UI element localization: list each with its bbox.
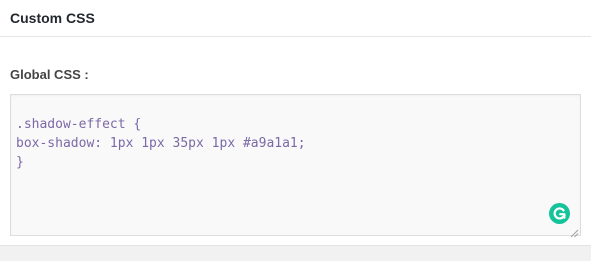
custom-css-panel: Custom CSS Global CSS : .shadow-effect {…: [0, 0, 591, 246]
resize-handle-icon[interactable]: [570, 225, 579, 238]
grammarly-g-glyph: [553, 207, 566, 220]
panel-title: Custom CSS: [10, 10, 95, 26]
global-css-textarea[interactable]: .shadow-effect { box-shadow: 1px 1px 35p…: [10, 94, 581, 236]
global-css-code[interactable]: .shadow-effect { box-shadow: 1px 1px 35p…: [16, 115, 306, 172]
global-css-label: Global CSS :: [10, 67, 89, 82]
grammarly-icon[interactable]: [549, 203, 570, 224]
panel-header: Custom CSS: [0, 0, 591, 37]
